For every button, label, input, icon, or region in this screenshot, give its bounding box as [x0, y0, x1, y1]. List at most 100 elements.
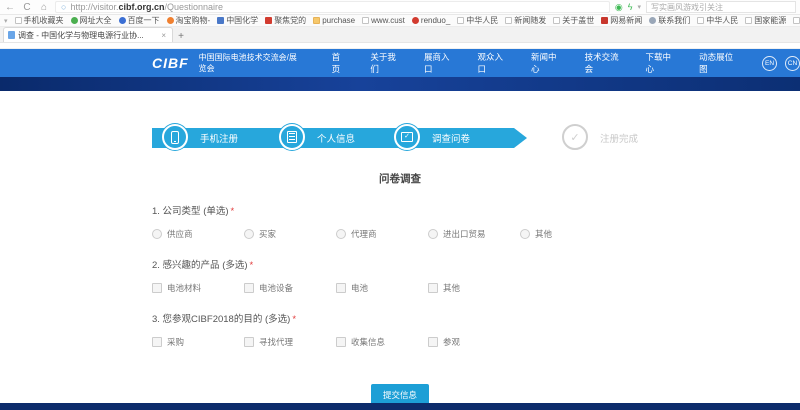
page-favicon	[362, 17, 369, 24]
nav-item-home[interactable]: 首页	[332, 51, 347, 75]
radio-icon[interactable]	[428, 229, 438, 239]
page-favicon	[697, 17, 704, 24]
survey-icon: ✓	[401, 132, 413, 142]
checkbox-icon[interactable]	[336, 283, 346, 293]
lang-cn-button[interactable]: CN	[785, 56, 800, 71]
radio-option-other[interactable]: 其他	[520, 228, 612, 240]
radio-icon[interactable]	[336, 229, 346, 239]
bookmark-item[interactable]: 关于盖世	[553, 15, 594, 26]
option-label: 电池	[351, 282, 368, 294]
bookmark-item[interactable]: purchase	[313, 16, 355, 25]
speed-bolt-icon[interactable]: ϟ	[628, 2, 633, 12]
nav-item-about[interactable]: 关于我们	[370, 51, 400, 75]
chevron-down-icon[interactable]: ▾	[637, 3, 641, 11]
url-text[interactable]: http://visitor.cibf.org.cn/Questionnaire	[70, 2, 223, 12]
phone-icon	[171, 131, 179, 144]
checkbox-option-collect-info[interactable]: 收集信息	[336, 336, 428, 348]
checkbox-icon[interactable]	[152, 283, 162, 293]
bookmark-label: purchase	[322, 16, 355, 25]
check-icon: ✓	[562, 124, 588, 150]
checkbox-icon[interactable]	[244, 283, 254, 293]
checkbox-option-procurement[interactable]: 采购	[152, 336, 244, 348]
checkbox-option-visit[interactable]: 参观	[428, 336, 520, 348]
bookmark-label: 中华人民	[706, 15, 738, 26]
nav-item-conference[interactable]: 技术交流会	[585, 51, 622, 75]
page-favicon	[505, 17, 512, 24]
bookmark-item[interactable]: 中华人民	[457, 15, 498, 26]
checkbox-icon[interactable]	[244, 337, 254, 347]
checkbox-option-equipment[interactable]: 电池设备	[244, 282, 336, 294]
bookmark-item[interactable]: 手机收藏夹	[15, 15, 64, 26]
radio-icon[interactable]	[520, 229, 530, 239]
bookmark-item[interactable]: 网易新闻	[601, 15, 642, 26]
home-icon[interactable]: ⌂	[38, 0, 50, 15]
bookmark-label: 国家能源	[754, 15, 786, 26]
bookmark-item[interactable]: 聚焦党的	[265, 15, 306, 26]
language-switch: EN CN	[762, 56, 800, 71]
checkbox-option-other[interactable]: 其他	[428, 282, 520, 294]
radio-option-import-export[interactable]: 进出口贸易	[428, 228, 520, 240]
question-label: 2. 感兴趣的产品 (多选)*	[152, 257, 800, 271]
bookmark-item[interactable]: 新闻随发	[505, 15, 546, 26]
checkbox-option-battery[interactable]: 电池	[336, 282, 428, 294]
bookmark-item[interactable]: 中华人民	[697, 15, 738, 26]
url-path: /Questionnaire	[164, 2, 223, 12]
bookmark-item[interactable]: renduo_	[412, 16, 450, 25]
tab-favicon	[8, 31, 15, 39]
question-label: 3. 您参观CIBF2018的目的 (多选)*	[152, 311, 800, 325]
address-right-tools: ◉ ϟ ▾	[615, 1, 796, 13]
nav-item-floorplan[interactable]: 动态展位图	[699, 51, 736, 75]
new-tab-button[interactable]: +	[173, 31, 189, 42]
search-input[interactable]	[646, 1, 796, 13]
cibf-logo[interactable]: CIBF	[152, 55, 189, 71]
refresh-icon[interactable]: C	[21, 0, 33, 15]
site-favicon	[167, 17, 174, 24]
address-bar[interactable]: ○ http://visitor.cibf.org.cn/Questionnai…	[55, 1, 610, 13]
nav-item-download[interactable]: 下载中心	[646, 51, 676, 75]
option-label: 买家	[259, 228, 276, 240]
bookmark-label: 百度一下	[128, 15, 160, 26]
checkbox-icon[interactable]	[428, 337, 438, 347]
site-favicon	[265, 17, 272, 24]
close-icon[interactable]: ×	[159, 31, 168, 40]
radio-icon[interactable]	[152, 229, 162, 239]
step-label-done: 注册完成	[600, 131, 638, 145]
options-row: 采购 寻找代理 收集信息 参观	[152, 336, 800, 348]
checkbox-icon[interactable]	[428, 283, 438, 293]
browser-tab[interactable]: 调查 - 中国化学与物理电源行业协... ×	[3, 27, 173, 42]
nav-item-news[interactable]: 新闻中心	[531, 51, 561, 75]
radio-option-buyer[interactable]: 买家	[244, 228, 336, 240]
radio-icon[interactable]	[244, 229, 254, 239]
back-icon[interactable]: ←	[4, 0, 16, 15]
bookmark-item[interactable]: 中国化学	[217, 15, 258, 26]
checkbox-option-find-agent[interactable]: 寻找代理	[244, 336, 336, 348]
bookmark-item[interactable]: www.cust	[362, 16, 405, 25]
option-label: 供应商	[167, 228, 193, 240]
bookmark-item[interactable]: 淘宝购物-	[167, 15, 211, 26]
bookmark-item[interactable]: 百度一下	[119, 15, 160, 26]
site-favicon	[649, 17, 656, 24]
question-purpose: 3. 您参观CIBF2018的目的 (多选)* 采购 寻找代理 收集信息 参观	[152, 311, 800, 348]
radio-option-agent[interactable]: 代理商	[336, 228, 428, 240]
lang-en-button[interactable]: EN	[762, 56, 777, 71]
bookmark-label: 中华人民	[466, 15, 498, 26]
security-icon[interactable]: ◉	[615, 2, 623, 13]
page-favicon	[553, 17, 560, 24]
bookmarks-caret-icon[interactable]: ▾	[4, 17, 8, 25]
bookmark-item[interactable]: 网址大全	[71, 15, 112, 26]
checkbox-icon[interactable]	[152, 337, 162, 347]
radio-option-supplier[interactable]: 供应商	[152, 228, 244, 240]
bookmark-item[interactable]: 联系我们	[649, 15, 690, 26]
registration-steps: 手机注册 个人信息 ✓ 调查问卷 ✓ 注册完成	[0, 121, 800, 155]
bookmark-item[interactable]: 科学技术	[793, 15, 800, 26]
nav-item-exhibitor[interactable]: 展商入口	[424, 51, 454, 75]
options-row: 供应商 买家 代理商 进出口贸易 其他	[152, 228, 800, 240]
checkbox-icon[interactable]	[336, 337, 346, 347]
steps-arrow	[514, 128, 527, 148]
nav-item-visitor[interactable]: 观众入口	[478, 51, 508, 75]
bookmark-item[interactable]: 国家能源	[745, 15, 786, 26]
page-favicon	[793, 17, 800, 24]
question-products: 2. 感兴趣的产品 (多选)* 电池材料 电池设备 电池 其他	[152, 257, 800, 294]
bookmark-label: 网易新闻	[610, 15, 642, 26]
checkbox-option-materials[interactable]: 电池材料	[152, 282, 244, 294]
